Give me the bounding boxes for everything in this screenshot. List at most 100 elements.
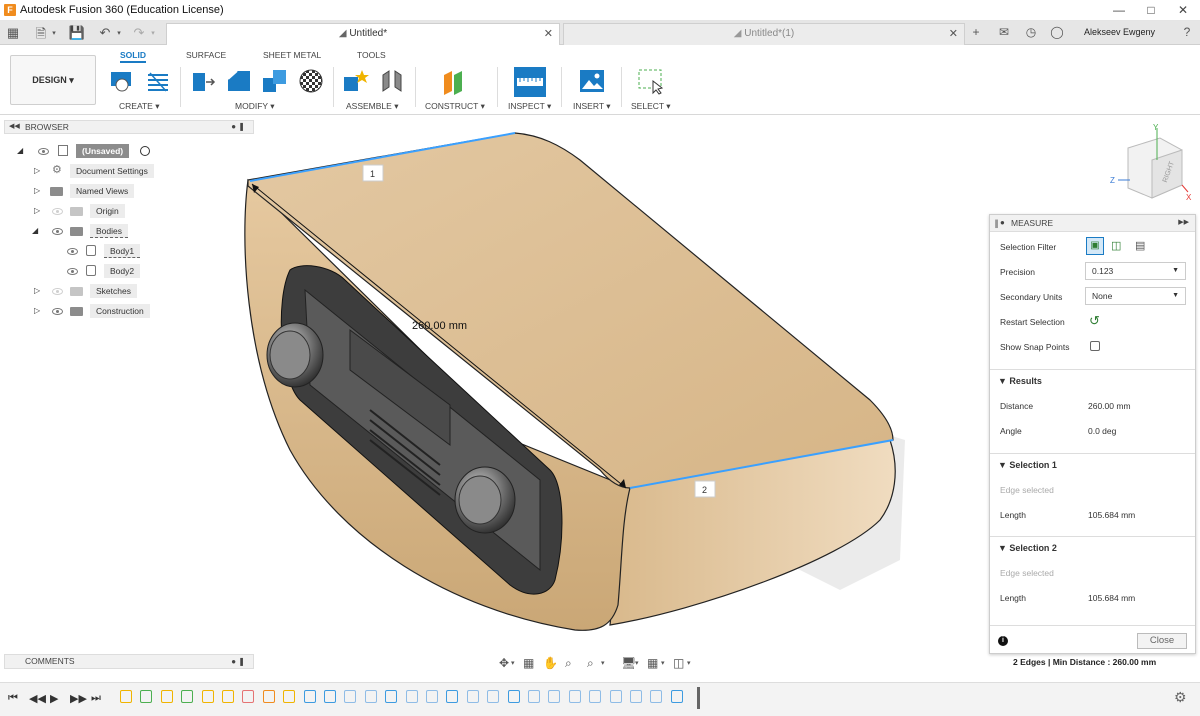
filter-face-icon[interactable]: ▣ (1086, 237, 1104, 255)
timeline-feature-icon[interactable] (201, 690, 214, 703)
browser-pin-icon[interactable]: ● ❚ (231, 121, 245, 133)
grid-dropdown-icon[interactable]: ▾ (661, 659, 665, 667)
timeline-feature-icon[interactable] (222, 690, 234, 703)
tree-item-root[interactable]: ◢ (Unsaved) (4, 141, 254, 161)
go-to-end-icon[interactable]: ⏭ (91, 692, 101, 705)
timeline-feature-icon[interactable] (630, 690, 642, 703)
combine-icon[interactable] (261, 67, 289, 95)
minimize-button[interactable]: — (1104, 2, 1134, 19)
timeline-feature-icon[interactable] (548, 690, 561, 703)
fillet-icon[interactable] (225, 67, 253, 95)
tree-item-body1[interactable]: Body1 (4, 241, 254, 261)
expand-icon[interactable]: ▷ (34, 301, 40, 321)
look-at-icon[interactable]: ▦ (523, 656, 534, 670)
coil-icon[interactable] (144, 67, 172, 95)
redo-dropdown-icon[interactable]: ▾ (144, 29, 162, 37)
filter-edge-icon[interactable]: ◫ (1111, 239, 1121, 252)
new-component-assemble-icon[interactable] (342, 67, 370, 95)
orbit-icon[interactable]: ✥ (499, 656, 509, 670)
timeline-feature-icon[interactable] (140, 690, 153, 703)
tab-untitled-1[interactable]: ◢ Untitled*(1) ✕ (563, 23, 965, 45)
inspect-menu[interactable]: INSPECT ▾ (508, 101, 551, 112)
close-button[interactable]: Close (1137, 633, 1187, 649)
job-status-icon[interactable]: ◷ (1022, 25, 1040, 39)
timeline-feature-icon[interactable] (670, 690, 683, 703)
play-icon[interactable]: ▶ (50, 692, 58, 705)
results-section-header[interactable]: ▼ Results (990, 369, 1195, 391)
selection2-section-header[interactable]: ▼ Selection 2 (990, 536, 1195, 558)
secondary-units-select[interactable]: None ▼ (1085, 287, 1186, 305)
eye-hidden-icon[interactable] (52, 288, 63, 295)
save-icon[interactable]: 💾 (68, 25, 86, 41)
filter-body-icon[interactable]: ▤ (1135, 239, 1145, 252)
tree-item-body2[interactable]: Body2 (4, 261, 254, 281)
insert-image-icon[interactable] (578, 67, 606, 95)
collapse-icon[interactable]: ◢ (32, 221, 38, 241)
comments-pin-icon[interactable]: ● ❚ (231, 655, 245, 668)
selection1-section-header[interactable]: ▼ Selection 1 (990, 453, 1195, 475)
close-window-button[interactable]: ✕ (1168, 2, 1198, 19)
create-menu[interactable]: CREATE ▾ (119, 101, 160, 112)
step-back-icon[interactable]: ◀◀ (29, 692, 46, 705)
restart-selection-icon[interactable]: ↺ (1089, 313, 1100, 329)
chat-icon[interactable]: ✉ (995, 25, 1013, 39)
go-to-start-icon[interactable]: ⏮ (8, 692, 18, 705)
timeline-feature-icon[interactable] (609, 690, 622, 703)
construct-menu[interactable]: CONSTRUCT ▾ (425, 101, 485, 112)
comments-panel[interactable]: COMMENTS ● ❚ (4, 654, 254, 669)
eye-icon[interactable] (52, 228, 63, 235)
display-dropdown-icon[interactable]: ▾ (635, 659, 639, 667)
select-menu[interactable]: SELECT ▾ (631, 101, 671, 112)
design-workspace-button[interactable]: DESIGN ▾ (10, 55, 96, 105)
timeline-feature-icon[interactable] (528, 690, 540, 703)
timeline-feature-icon[interactable] (160, 690, 173, 703)
timeline-feature-icon[interactable] (446, 690, 459, 703)
collapse-browser-icon[interactable]: ◀◀ (9, 121, 20, 133)
fit-icon[interactable]: ⌕ (587, 656, 594, 671)
tree-item-construction[interactable]: ▷ Construction (4, 301, 254, 321)
timeline-feature-icon[interactable] (344, 690, 357, 703)
new-component-icon[interactable] (108, 67, 136, 95)
zoom-icon[interactable]: ⌕ (565, 656, 572, 671)
viewports-icon[interactable]: ◫ (673, 656, 684, 670)
assemble-menu[interactable]: ASSEMBLE ▾ (346, 101, 398, 112)
close-tab-icon[interactable]: ✕ (544, 24, 553, 44)
joint-icon[interactable] (378, 67, 406, 95)
timeline-marker[interactable] (697, 687, 700, 709)
timeline-feature-icon[interactable] (507, 690, 520, 703)
grid-icon[interactable]: ▦ (4, 25, 22, 41)
eye-icon[interactable] (38, 148, 49, 155)
tab-surface[interactable]: SURFACE (186, 50, 226, 60)
select-icon[interactable] (637, 67, 665, 95)
zoom-dropdown-icon[interactable]: ▾ (601, 659, 605, 667)
press-pull-icon[interactable] (190, 67, 218, 95)
tab-tools[interactable]: TOOLS (357, 50, 386, 60)
tab-sheet-metal[interactable]: SHEET METAL (263, 50, 321, 60)
modify-menu[interactable]: MODIFY ▾ (235, 101, 275, 112)
tab-solid[interactable]: SOLID (120, 50, 146, 63)
timeline-feature-icon[interactable] (262, 690, 275, 703)
timeline-feature-icon[interactable] (120, 690, 132, 703)
undo-dropdown-icon[interactable]: ▾ (110, 29, 128, 37)
tree-item-document-settings[interactable]: ▷ ⚙ Document Settings (4, 161, 254, 181)
tree-item-named-views[interactable]: ▷ Named Views (4, 181, 254, 201)
timeline-feature-icon[interactable] (364, 690, 377, 703)
eye-icon[interactable] (67, 268, 78, 275)
file-dropdown-icon[interactable]: ▾ (45, 29, 63, 37)
expand-icon[interactable]: ▷ (34, 201, 40, 221)
eye-hidden-icon[interactable] (52, 208, 63, 215)
view-cube[interactable]: RIGHT Y Z X (1110, 123, 1192, 202)
show-snap-points-checkbox[interactable] (1090, 341, 1100, 351)
expand-panel-icon[interactable]: ▶▶ (1178, 215, 1189, 231)
new-tab-icon[interactable]: + (967, 25, 985, 39)
timeline-feature-icon[interactable] (650, 690, 663, 703)
info-icon[interactable]: i (998, 636, 1008, 646)
expand-icon[interactable]: ▷ (34, 161, 40, 181)
measure-icon[interactable] (514, 67, 546, 97)
activate-icon[interactable] (140, 146, 150, 156)
timeline-feature-icon[interactable] (426, 690, 438, 703)
tree-item-bodies[interactable]: ◢ Bodies (4, 221, 254, 241)
precision-select[interactable]: 0.123 ▼ (1085, 262, 1186, 280)
timeline-feature-icon[interactable] (242, 690, 255, 703)
grid-settings-icon[interactable]: ▦ (647, 656, 658, 670)
